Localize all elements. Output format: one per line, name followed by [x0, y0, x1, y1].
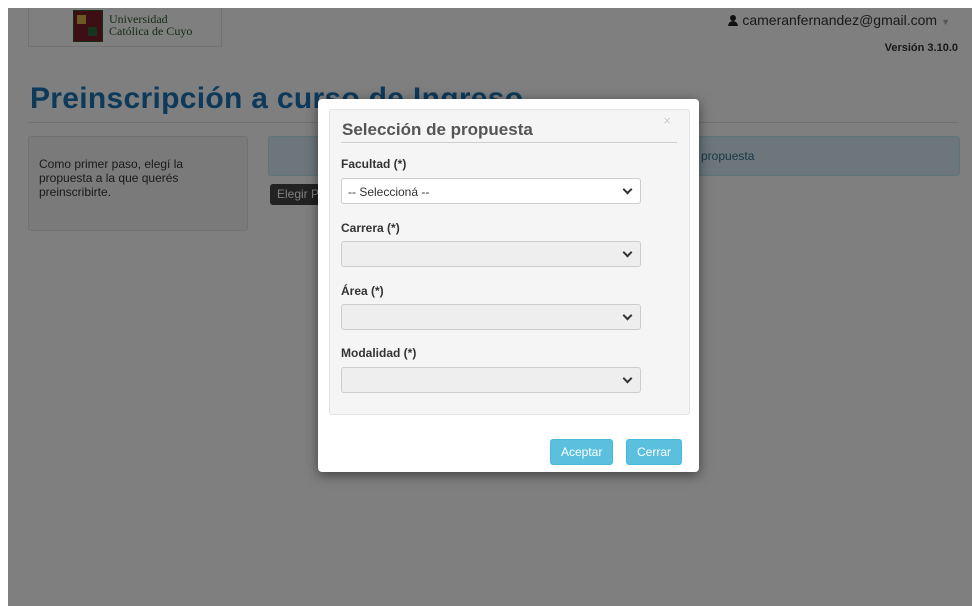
modal-form-panel: × Selección de propuesta Facultad (*) --… — [329, 109, 690, 415]
carrera-select[interactable] — [341, 241, 641, 267]
modal-title-divider — [341, 142, 677, 143]
propuesta-modal: × Selección de propuesta Facultad (*) --… — [318, 99, 699, 472]
area-select[interactable] — [341, 304, 641, 330]
app-frame: Universidad Católica de Cuyo cameranfern… — [8, 8, 972, 606]
close-icon[interactable]: × — [663, 113, 671, 128]
facultad-label: Facultad (*) — [341, 157, 407, 171]
aceptar-button[interactable]: Aceptar — [550, 439, 614, 465]
modalidad-label: Modalidad (*) — [341, 346, 417, 360]
modal-title: Selección de propuesta — [342, 120, 533, 139]
modalidad-select[interactable] — [341, 367, 641, 393]
chevron-down-icon — [624, 249, 632, 257]
chevron-down-icon — [624, 375, 632, 383]
carrera-label: Carrera (*) — [341, 221, 400, 235]
facultad-select[interactable]: -- Seleccioná -- — [341, 178, 641, 204]
area-label: Área (*) — [341, 284, 384, 298]
chevron-down-icon — [624, 312, 632, 320]
cerrar-button[interactable]: Cerrar — [626, 439, 683, 465]
facultad-select-value: -- Seleccioná -- — [348, 185, 430, 199]
chevron-down-icon — [624, 186, 632, 194]
